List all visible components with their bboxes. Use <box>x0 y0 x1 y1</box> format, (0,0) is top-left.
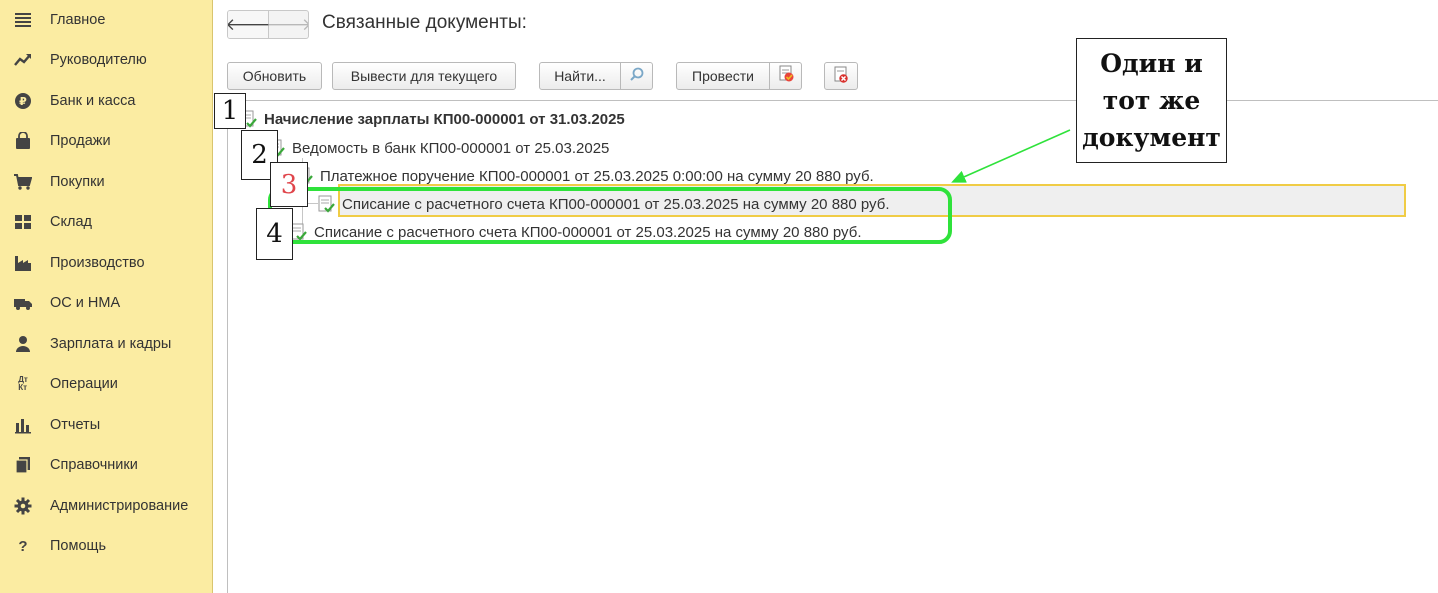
sidebar-item-label: Отчеты <box>50 417 101 433</box>
history-navigation: 🡐 🡒 <box>227 10 309 39</box>
sidebar-item-label: Помощь <box>50 538 107 554</box>
sidebar-item-fixed-assets[interactable]: ОС и НМА <box>0 283 212 323</box>
delete-document-icon <box>832 66 850 87</box>
cart-icon <box>13 172 33 192</box>
tree-left-border <box>227 100 228 593</box>
sidebar-item-label: Операции <box>50 376 118 392</box>
post-button[interactable]: Провести <box>676 62 770 90</box>
tree-row-label: Начисление зарплаты КП00-000001 от 31.03… <box>264 110 625 128</box>
svg-text:₽: ₽ <box>19 95 27 108</box>
sidebar-item-salary[interactable]: Зарплата и кадры <box>0 324 212 364</box>
same-document-frame <box>268 187 952 244</box>
sidebar-item-directories[interactable]: Справочники <box>0 445 212 485</box>
menu-lines-icon <box>13 10 33 30</box>
annotation-number-3: 3 <box>270 162 308 207</box>
truck-icon <box>13 293 33 313</box>
sidebar-item-label: Производство <box>50 255 145 271</box>
sidebar-item-label: Склад <box>50 214 92 230</box>
tree-row[interactable]: Ведомость в банк КП00-000001 от 25.03.20… <box>266 137 609 159</box>
post-document-icon <box>777 65 795 88</box>
tree-row-label: Ведомость в банк КП00-000001 от 25.03.20… <box>292 139 610 157</box>
sidebar-item-production[interactable]: Производство <box>0 243 212 283</box>
sidebar-item-label: Администрирование <box>50 498 189 514</box>
books-icon <box>13 455 33 475</box>
sidebar-item-sales[interactable]: Продажи <box>0 121 212 161</box>
sidebar-item-label: Покупки <box>50 174 105 190</box>
arrow-right-icon: 🡒 <box>266 15 309 34</box>
sidebar-item-reports[interactable]: Отчеты <box>0 405 212 445</box>
sidebar-item-label: Банк и касса <box>50 93 136 109</box>
arrow-left-icon: 🡐 <box>227 15 271 34</box>
sidebar-item-label: Продажи <box>50 133 111 149</box>
shopping-bag-icon <box>13 131 33 151</box>
tree-row-label: Платежное поручение КП00-000001 от 25.03… <box>320 167 874 185</box>
cancel-search-button[interactable] <box>621 62 653 90</box>
back-button[interactable]: 🡐 <box>227 11 271 38</box>
delete-document-button[interactable] <box>824 62 858 90</box>
sidebar-item-label: Зарплата и кадры <box>50 336 172 352</box>
coin-icon: ₽ <box>13 91 33 111</box>
sidebar-item-warehouse[interactable]: Склад <box>0 202 212 242</box>
tree-row[interactable]: Платежное поручение КП00-000001 от 25.03… <box>294 165 874 187</box>
sidebar-item-label: ОС и НМА <box>50 295 121 311</box>
question-icon: ? <box>18 537 28 555</box>
annotation-number-1: 1 <box>214 93 246 129</box>
annotation-number-4: 4 <box>256 208 293 260</box>
sidebar-item-label: Справочники <box>50 457 138 473</box>
tree-top-border <box>227 100 1438 101</box>
sidebar-item-purchases[interactable]: Покупки <box>0 162 212 202</box>
output-current-button[interactable]: Вывести для текущего <box>332 62 516 90</box>
sidebar-item-label: Руководителю <box>50 52 147 68</box>
post-document-button[interactable] <box>770 62 802 90</box>
refresh-button[interactable]: Обновить <box>227 62 322 90</box>
dt-kt-icon: Дт Кт <box>18 375 28 392</box>
warehouse-grid-icon <box>13 212 33 232</box>
factory-icon <box>13 253 33 273</box>
page-title: Связанные документы: <box>322 12 527 33</box>
sidebar: Главное Руководителю ₽ Банк и касса Прод… <box>0 0 213 593</box>
trend-chart-icon <box>13 50 33 70</box>
person-icon <box>13 334 33 354</box>
sidebar-item-bank[interactable]: ₽ Банк и касса <box>0 81 212 121</box>
sidebar-item-main[interactable]: Главное <box>0 0 212 40</box>
search-cancel-icon <box>629 66 645 87</box>
sidebar-item-help[interactable]: ? Помощь <box>0 526 212 566</box>
same-document-callout: Один и тот же документ <box>1076 38 1227 163</box>
sidebar-item-manager[interactable]: Руководителю <box>0 40 212 80</box>
sidebar-item-label: Главное <box>50 12 106 28</box>
tree-row[interactable]: Начисление зарплаты КП00-000001 от 31.03… <box>238 108 625 130</box>
sidebar-item-operations[interactable]: Дт Кт Операции <box>0 364 212 404</box>
gear-icon <box>13 496 33 516</box>
bar-chart-icon <box>13 415 33 435</box>
forward-button[interactable]: 🡒 <box>266 11 309 38</box>
sidebar-item-administration[interactable]: Администрирование <box>0 486 212 526</box>
find-button[interactable]: Найти... <box>539 62 621 90</box>
